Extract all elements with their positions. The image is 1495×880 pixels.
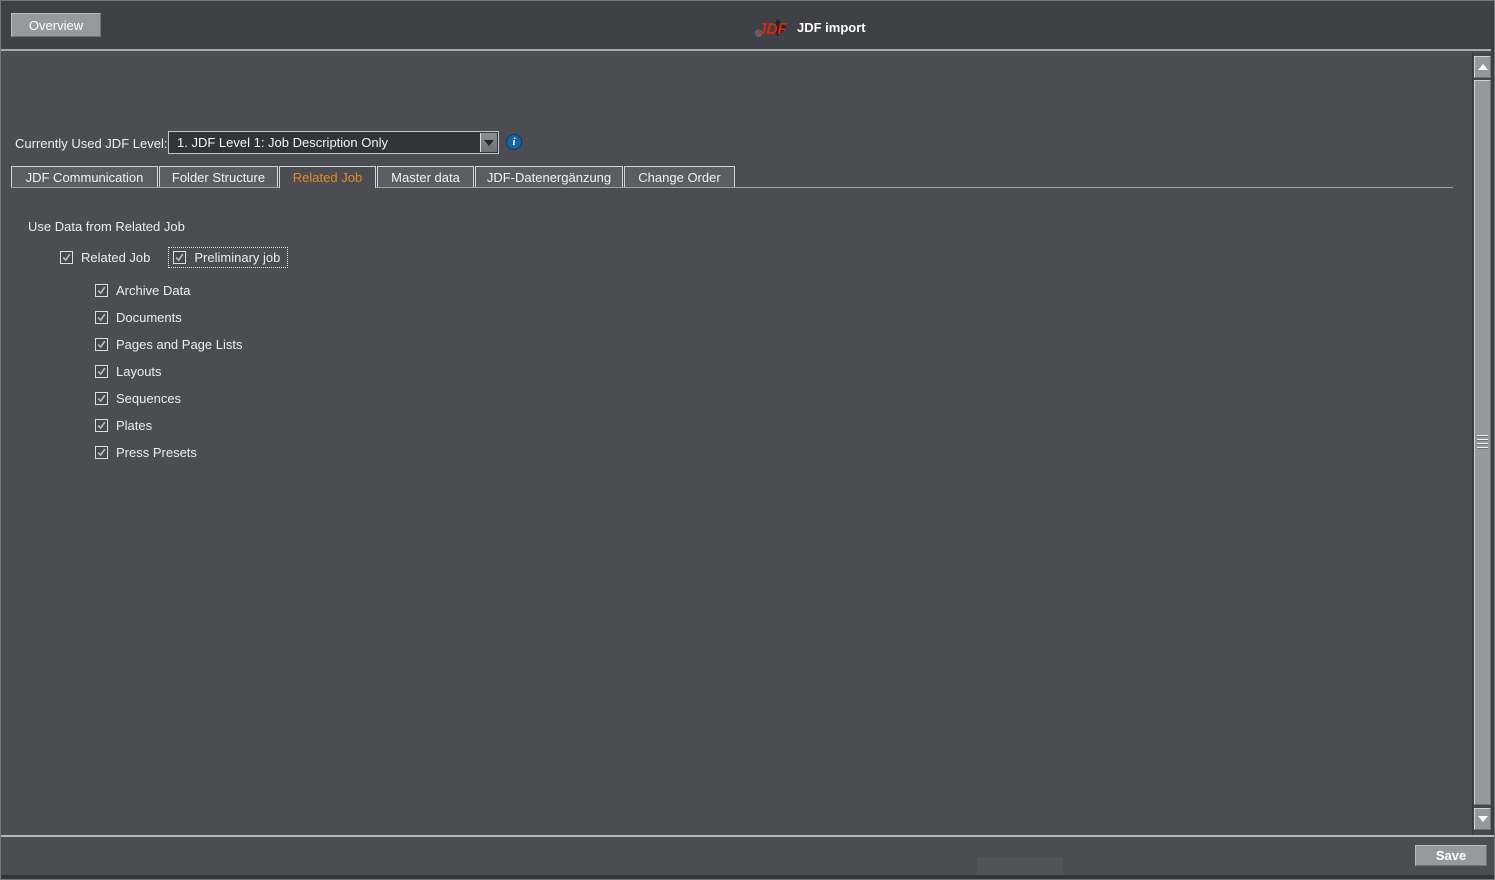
checkbox-icon[interactable] [173, 251, 186, 264]
checkbox-label: Sequences [116, 391, 181, 406]
checkbox-icon[interactable] [95, 284, 108, 297]
scrollbar-grip [1477, 435, 1488, 450]
checkbox-label: Plates [116, 418, 152, 433]
save-button[interactable]: Save [1415, 845, 1487, 866]
checkbox-icon[interactable] [95, 446, 108, 459]
jdf-import-window: Overview JDF JDF import Currently Used J… [0, 0, 1495, 880]
sub-checkbox-list: Archive Data Documents Pages and Page List… [90, 277, 247, 466]
checkbox-label: Preliminary job [194, 250, 280, 265]
info-icon[interactable]: i [506, 134, 522, 150]
tab-change-order[interactable]: Change Order [624, 166, 735, 187]
checkbox-archive-data[interactable]: Archive Data [90, 280, 195, 301]
list-item: Documents [90, 304, 247, 331]
page-title: JDF import [797, 20, 866, 35]
checkbox-sequences[interactable]: Sequences [90, 388, 186, 409]
checkbox-label: Documents [116, 310, 182, 325]
list-item: Archive Data [90, 277, 247, 304]
checkbox-icon[interactable] [60, 251, 73, 264]
tab-folder-structure[interactable]: Folder Structure [159, 166, 278, 187]
window-right-edge [1491, 1, 1495, 880]
checkbox-label: Pages and Page Lists [116, 337, 242, 352]
scrollbar-thumb[interactable] [1474, 80, 1491, 805]
scroll-up-icon[interactable] [1474, 56, 1491, 78]
checkbox-icon[interactable] [95, 311, 108, 324]
list-item: Pages and Page Lists [90, 331, 247, 358]
svg-text:JDF: JDF [758, 20, 788, 37]
checkbox-label: Layouts [116, 364, 162, 379]
tab-jdf-communication[interactable]: JDF Communication [11, 166, 158, 187]
title-group: JDF JDF import [753, 14, 866, 40]
checkbox-plates[interactable]: Plates [90, 415, 157, 436]
jdf-level-selected-value: 1. JDF Level 1: Job Description Only [177, 135, 388, 150]
top-bar: Overview JDF JDF import [1, 1, 1494, 51]
tab-bar: JDF CommunicationFolder StructureRelated… [1, 166, 1461, 188]
checkbox-layouts[interactable]: Layouts [90, 361, 167, 382]
checkbox-icon[interactable] [95, 419, 108, 432]
checkbox-label: Archive Data [116, 283, 190, 298]
checkbox-related-job[interactable]: Related Job [55, 247, 155, 268]
checkbox-icon[interactable] [95, 365, 108, 378]
checkbox-label: Press Presets [116, 445, 197, 460]
scroll-down-icon[interactable] [1474, 808, 1491, 830]
chevron-down-icon[interactable] [480, 133, 497, 152]
checkbox-icon[interactable] [95, 338, 108, 351]
checkbox-pages-and-page-lists[interactable]: Pages and Page Lists [90, 334, 247, 355]
content-area: Currently Used JDF Level: 1. JDF Level 1… [1, 53, 1495, 835]
list-item: Press Presets [90, 439, 247, 466]
jdf-logo-icon: JDF [753, 15, 788, 40]
jdf-level-select[interactable]: 1. JDF Level 1: Job Description Only [168, 131, 499, 154]
tab-related-job[interactable]: Related Job [279, 166, 376, 188]
checkbox-preliminary-job[interactable]: Preliminary job [168, 247, 288, 268]
window-bottom-edge [1, 875, 1494, 879]
vertical-scrollbar[interactable] [1472, 53, 1491, 835]
checkbox-documents[interactable]: Documents [90, 307, 187, 328]
overview-button[interactable]: Overview [11, 13, 101, 37]
footer-bar: Save [1, 835, 1495, 880]
list-item: Plates [90, 412, 247, 439]
primary-checkbox-row: Related Job Preliminary job [55, 247, 288, 268]
checkbox-label: Related Job [81, 250, 150, 265]
section-label: Use Data from Related Job [28, 219, 185, 234]
checkbox-press-presets[interactable]: Press Presets [90, 442, 202, 463]
jdf-level-label: Currently Used JDF Level: [15, 136, 167, 151]
tab-master-data[interactable]: Master data [377, 166, 474, 187]
list-item: Layouts [90, 358, 247, 385]
list-item: Sequences [90, 385, 247, 412]
checkbox-icon[interactable] [95, 392, 108, 405]
tab-jdf-datenerg-nzung[interactable]: JDF-Datenergänzung [475, 166, 623, 187]
